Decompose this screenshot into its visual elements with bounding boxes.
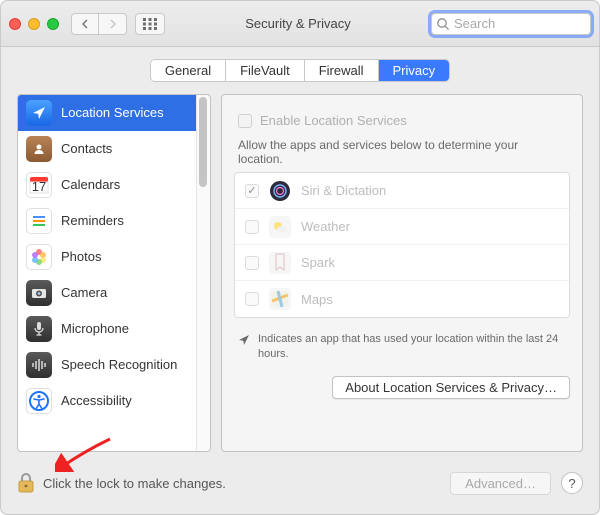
spark-icon [269,252,291,274]
tab-general[interactable]: General [151,60,226,81]
preferences-window: Security & Privacy General FileVault Fir… [0,0,600,515]
app-label: Siri & Dictation [301,183,386,198]
category-location-services[interactable]: Location Services [18,95,210,131]
category-label: Contacts [61,141,112,156]
app-list: Siri & Dictation Weather Spark [234,172,570,318]
enable-location-checkbox[interactable] [238,114,252,128]
allow-caption: Allow the apps and services below to det… [234,138,570,172]
show-all-button[interactable] [135,13,165,35]
weather-icon [269,216,291,238]
reminders-icon [26,208,52,234]
back-button[interactable] [71,13,99,35]
photos-icon [26,244,52,270]
accessibility-icon [26,388,52,414]
help-button[interactable]: ? [561,472,583,494]
app-row-spark[interactable]: Spark [235,245,569,281]
app-row-siri[interactable]: Siri & Dictation [235,173,569,209]
app-row-weather[interactable]: Weather [235,209,569,245]
search-input[interactable] [431,13,591,35]
category-speech-recognition[interactable]: Speech Recognition [18,347,210,383]
titlebar: Security & Privacy [1,1,599,47]
minimize-button[interactable] [28,18,40,30]
detail-panel: Enable Location Services Allow the apps … [221,94,583,452]
tab-firewall[interactable]: Firewall [305,60,379,81]
category-microphone[interactable]: Microphone [18,311,210,347]
grid-icon [143,18,157,30]
speech-icon [26,352,52,378]
advanced-button[interactable]: Advanced… [450,472,551,495]
category-label: Location Services [61,105,164,120]
lock-text: Click the lock to make changes. [43,476,226,491]
enable-location-row: Enable Location Services [234,105,570,138]
close-button[interactable] [9,18,21,30]
maps-icon [269,288,291,310]
location-icon [26,100,52,126]
app-checkbox[interactable] [245,220,259,234]
about-row: About Location Services & Privacy… [234,362,570,399]
category-scrollbar[interactable] [196,95,210,451]
app-label: Weather [301,219,350,234]
category-label: Accessibility [61,393,132,408]
category-calendars[interactable]: 17 Calendars [18,167,210,203]
calendar-icon: 17 [26,172,52,198]
siri-icon [269,180,291,202]
svg-text:17: 17 [32,179,46,194]
lock-group[interactable]: Click the lock to make changes. [17,472,226,494]
contacts-icon [26,136,52,162]
category-label: Photos [61,249,101,264]
app-checkbox[interactable] [245,292,259,306]
category-reminders[interactable]: Reminders [18,203,210,239]
app-checkbox[interactable] [245,184,259,198]
chevron-right-icon [109,19,117,29]
recent-note-text: Indicates an app that has used your loca… [258,332,566,362]
tab-bar: General FileVault Firewall Privacy [1,47,599,88]
camera-icon [26,280,52,306]
chevron-left-icon [81,19,89,29]
location-arrow-icon [238,334,250,346]
category-camera[interactable]: Camera [18,275,210,311]
tab-segment: General FileVault Firewall Privacy [150,59,450,82]
window-title: Security & Privacy [173,16,423,31]
category-label: Camera [61,285,107,300]
category-accessibility[interactable]: Accessibility [18,383,210,419]
forward-button[interactable] [99,13,127,35]
nav-buttons [71,13,127,35]
microphone-icon [26,316,52,342]
footer: Click the lock to make changes. Advanced… [1,452,599,514]
category-label: Calendars [61,177,120,192]
footer-right: Advanced… ? [450,472,583,495]
category-list: Location Services Contacts 17 Calendars [17,94,211,452]
category-label: Speech Recognition [61,357,177,372]
about-location-button[interactable]: About Location Services & Privacy… [332,376,570,399]
tab-filevault[interactable]: FileVault [226,60,305,81]
lock-icon [17,472,35,494]
category-label: Reminders [61,213,124,228]
scrollbar-thumb[interactable] [199,97,207,187]
app-label: Maps [301,292,333,307]
category-photos[interactable]: Photos [18,239,210,275]
main-area: Location Services Contacts 17 Calendars [1,88,599,458]
app-row-maps[interactable]: Maps [235,281,569,317]
category-contacts[interactable]: Contacts [18,131,210,167]
window-controls [9,18,59,30]
search-wrapper [431,13,591,35]
recent-indicator-note: Indicates an app that has used your loca… [234,318,570,362]
enable-location-label: Enable Location Services [260,113,407,128]
category-label: Microphone [61,321,129,336]
search-icon [436,17,450,31]
tab-privacy[interactable]: Privacy [379,60,450,81]
app-checkbox[interactable] [245,256,259,270]
app-label: Spark [301,255,335,270]
zoom-button[interactable] [47,18,59,30]
